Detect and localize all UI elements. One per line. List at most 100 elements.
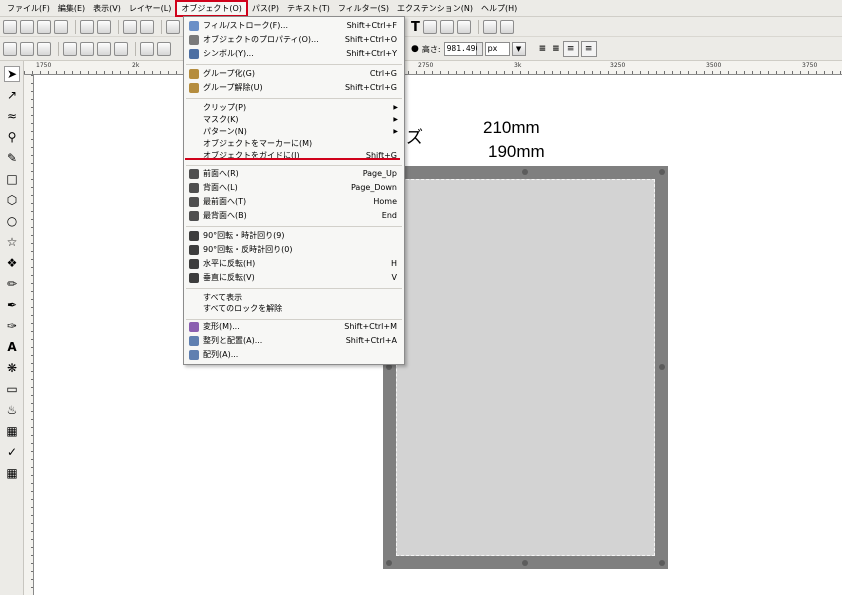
selector-tool-icon[interactable]: ➤	[4, 66, 20, 82]
frame-inner-rect[interactable]	[396, 179, 655, 556]
menu-help[interactable]: ヘルプ(H)	[477, 0, 521, 17]
select-all-layers-icon[interactable]	[20, 41, 34, 56]
pencil-tool-icon[interactable]: ✏	[4, 276, 20, 292]
connector-tool-icon[interactable]: ▦	[4, 465, 20, 481]
dropper-tool-icon[interactable]: ✓	[4, 444, 20, 460]
export-icon[interactable]	[97, 19, 111, 34]
canvas-dimension-height[interactable]: 190mm	[488, 142, 545, 162]
menu-file[interactable]: ファイル(F)	[3, 0, 54, 17]
menu-item-rotate-cw[interactable]: 90°回転・時計回り(9)	[184, 229, 404, 242]
xml-editor-icon[interactable]	[439, 20, 454, 34]
node-tool-icon[interactable]: ↗	[4, 87, 20, 103]
lower-to-bottom-toolbar-icon[interactable]	[140, 41, 154, 56]
menu-item-lower-to-bottom[interactable]: 最背面へ(B) End	[184, 209, 404, 222]
menu-separator	[186, 288, 402, 289]
document-properties-icon[interactable]	[499, 20, 514, 34]
menu-item-arrange[interactable]: 配列(A)...	[184, 348, 404, 361]
menu-item-align-distribute[interactable]: 整列と配置(A)... Shift+Ctrl+A	[184, 334, 404, 347]
rotate-ccw-toolbar-icon[interactable]	[63, 41, 77, 56]
menu-item-unlock-all[interactable]: すべてのロックを解除	[184, 302, 404, 315]
select-all-icon[interactable]	[3, 41, 17, 56]
copy-icon[interactable]	[166, 19, 180, 34]
measure-tool-icon[interactable]: ✎	[4, 150, 20, 166]
star-tool-icon[interactable]: ☆	[4, 234, 20, 250]
pen-tool-icon[interactable]: ✒	[4, 297, 20, 313]
flip-horizontal-toolbar-icon[interactable]	[97, 41, 111, 56]
eraser-tool-icon[interactable]: ▭	[4, 381, 20, 397]
toolbar-separator	[161, 19, 162, 34]
ruler-label: 3250	[610, 62, 626, 69]
resize-handle[interactable]	[522, 169, 528, 175]
move-patterns-icon[interactable]: ≡	[580, 41, 597, 57]
layers-icon[interactable]	[422, 20, 437, 34]
save-icon[interactable]	[37, 19, 51, 34]
align-distribute-icon[interactable]	[456, 20, 471, 34]
resize-handle[interactable]	[386, 560, 392, 566]
menu-item-rotate-ccw[interactable]: 90°回転・反時計回り(0)	[184, 243, 404, 256]
calligraphy-tool-icon[interactable]: ✑	[4, 318, 20, 334]
menu-item-flip-vertical[interactable]: 垂直に反転(V) V	[184, 271, 404, 284]
menu-item-raise-to-top[interactable]: 最前面へ(T) Home	[184, 195, 404, 208]
text-tool-icon[interactable]: A	[4, 339, 20, 355]
resize-handle[interactable]	[659, 169, 665, 175]
rotate-cw-toolbar-icon[interactable]	[80, 41, 94, 56]
scale-stroke-icon[interactable]: ≡	[539, 44, 547, 54]
menu-item-fill-stroke[interactable]: フィル/ストローク(F)... Shift+Ctrl+F	[184, 19, 404, 32]
gradient-tool-icon[interactable]: ▦	[4, 423, 20, 439]
menu-item-flip-horizontal[interactable]: 水平に反転(H) H	[184, 257, 404, 270]
menu-item-raise[interactable]: 前面へ(R) Page_Up	[184, 167, 404, 180]
lower-toolbar-icon[interactable]	[157, 41, 171, 56]
menu-item-group[interactable]: グループ化(G) Ctrl+G	[184, 67, 404, 80]
unit-select[interactable]: px	[484, 42, 510, 56]
height-input[interactable]: 981.496	[443, 42, 480, 56]
menu-object[interactable]: オブジェクト(O)	[175, 0, 248, 17]
move-gradients-icon[interactable]: ≡	[562, 41, 579, 57]
zoom-tool-icon[interactable]: ⚲	[4, 129, 20, 145]
paint-bucket-tool-icon[interactable]: ♨	[4, 402, 20, 418]
menu-path[interactable]: パス(P)	[248, 0, 283, 17]
menu-layer[interactable]: レイヤー(L)	[125, 0, 175, 17]
menu-filters[interactable]: フィルター(S)	[334, 0, 393, 17]
height-spinner[interactable]	[476, 42, 483, 56]
drawing-canvas[interactable]: ズ 210mm 190mm	[35, 76, 842, 595]
open-file-icon[interactable]	[20, 19, 34, 34]
flip-vertical-toolbar-icon[interactable]	[114, 41, 128, 56]
rectangle-tool-icon[interactable]: □	[4, 171, 20, 187]
menu-item-objects-to-guides[interactable]: オブジェクトをガイドに(I) Shift+G	[184, 149, 404, 162]
menu-item-ungroup[interactable]: グループ解除(U) Shift+Ctrl+G	[184, 81, 404, 94]
menu-item-object-properties[interactable]: オブジェクトのプロパティ(O)... Shift+Ctrl+O	[184, 33, 404, 46]
menu-item-lower[interactable]: 背面へ(L) Page_Down	[184, 181, 404, 194]
spray-tool-icon[interactable]: ❋	[4, 360, 20, 376]
lower-to-bottom-icon	[189, 210, 199, 221]
chevron-down-icon[interactable]: ▼	[511, 42, 526, 56]
menu-view[interactable]: 表示(V)	[89, 0, 125, 17]
resize-handle[interactable]	[659, 364, 665, 370]
print-icon[interactable]	[54, 19, 68, 34]
scale-corners-icon[interactable]: ≡	[552, 44, 560, 54]
3d-box-tool-icon[interactable]: ⬡	[4, 192, 20, 208]
undo-icon[interactable]	[123, 19, 137, 34]
menu-item-transform[interactable]: 変形(M)... Shift+Ctrl+M	[184, 320, 404, 333]
redo-icon[interactable]	[140, 19, 154, 34]
selected-frame[interactable]	[383, 166, 668, 569]
deselect-icon[interactable]	[37, 41, 51, 56]
canvas-dimension-width[interactable]: 210mm	[483, 118, 540, 138]
arrange-icon	[189, 349, 199, 360]
text-tool-icon[interactable]: T	[411, 20, 420, 35]
import-icon[interactable]	[80, 19, 94, 34]
canvas-text-fragment[interactable]: ズ	[406, 123, 423, 148]
new-document-icon[interactable]	[3, 19, 17, 34]
menu-edit[interactable]: 編集(E)	[54, 0, 89, 17]
menu-extensions[interactable]: エクステンション(N)	[393, 0, 477, 17]
resize-handle[interactable]	[522, 560, 528, 566]
menu-item-shortcut: Shift+Ctrl+M	[344, 322, 397, 331]
preferences-icon[interactable]	[482, 20, 497, 34]
menu-item-symbols[interactable]: シンボル(Y)... Shift+Ctrl+Y	[184, 47, 404, 60]
spiral-tool-icon[interactable]: ❖	[4, 255, 20, 271]
menu-text[interactable]: テキスト(T)	[283, 0, 334, 17]
ellipse-tool-icon[interactable]: ○	[4, 213, 20, 229]
lock-ratio-icon[interactable]: ●	[411, 44, 419, 54]
resize-handle[interactable]	[659, 560, 665, 566]
tweak-tool-icon[interactable]: ≈	[4, 108, 20, 124]
fill-stroke-icon	[189, 20, 199, 31]
